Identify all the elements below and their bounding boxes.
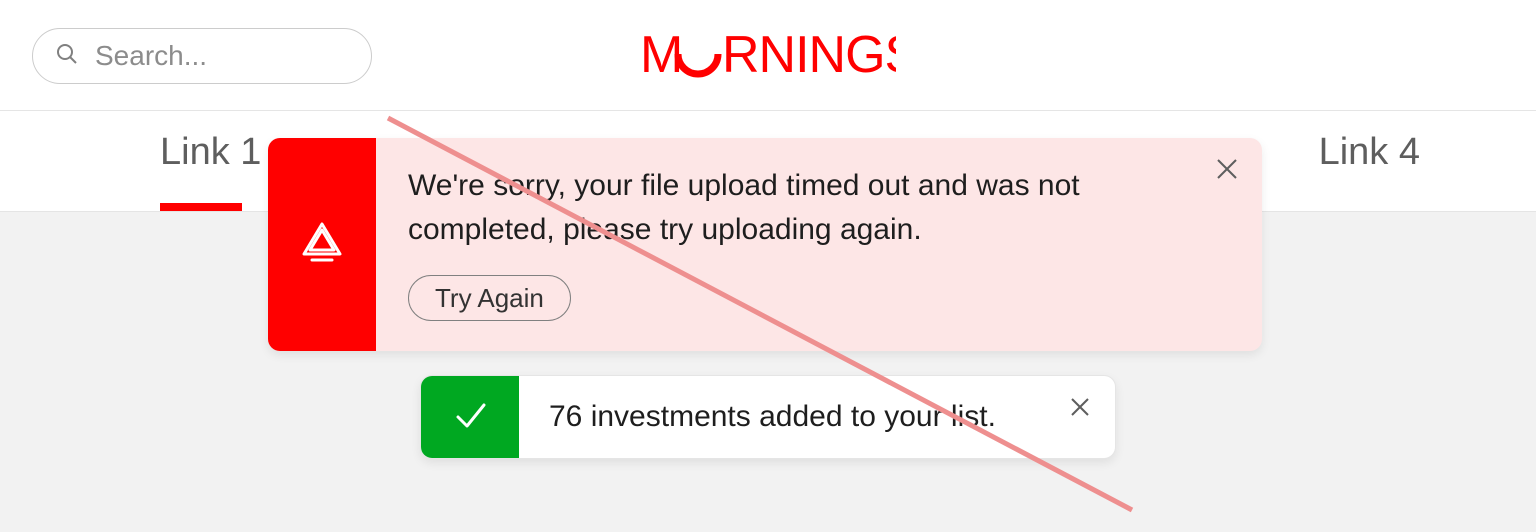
svg-text:RNINGSTAR: RNINGSTAR <box>722 28 896 80</box>
notification-success: 76 investments added to your list. <box>420 375 1116 459</box>
close-success-button[interactable] <box>1065 394 1095 424</box>
search-input-wrapper[interactable] <box>32 28 372 84</box>
header: M RNINGSTAR <box>0 0 1536 111</box>
success-icon-badge <box>421 376 519 458</box>
error-icon-badge <box>268 138 376 351</box>
close-icon <box>1216 158 1238 185</box>
notification-error-message: We're sorry, your file upload timed out … <box>408 164 1168 251</box>
morningstar-logo: M RNINGSTAR <box>640 28 896 85</box>
close-error-button[interactable] <box>1212 156 1242 186</box>
check-icon <box>448 393 492 442</box>
try-again-button[interactable]: Try Again <box>408 275 571 321</box>
close-icon <box>1070 397 1090 422</box>
notification-error: We're sorry, your file upload timed out … <box>268 138 1262 351</box>
search-input[interactable] <box>93 39 458 73</box>
alert-icon <box>298 218 346 271</box>
search-icon <box>55 42 93 71</box>
notification-success-message: 76 investments added to your list. <box>549 400 996 434</box>
